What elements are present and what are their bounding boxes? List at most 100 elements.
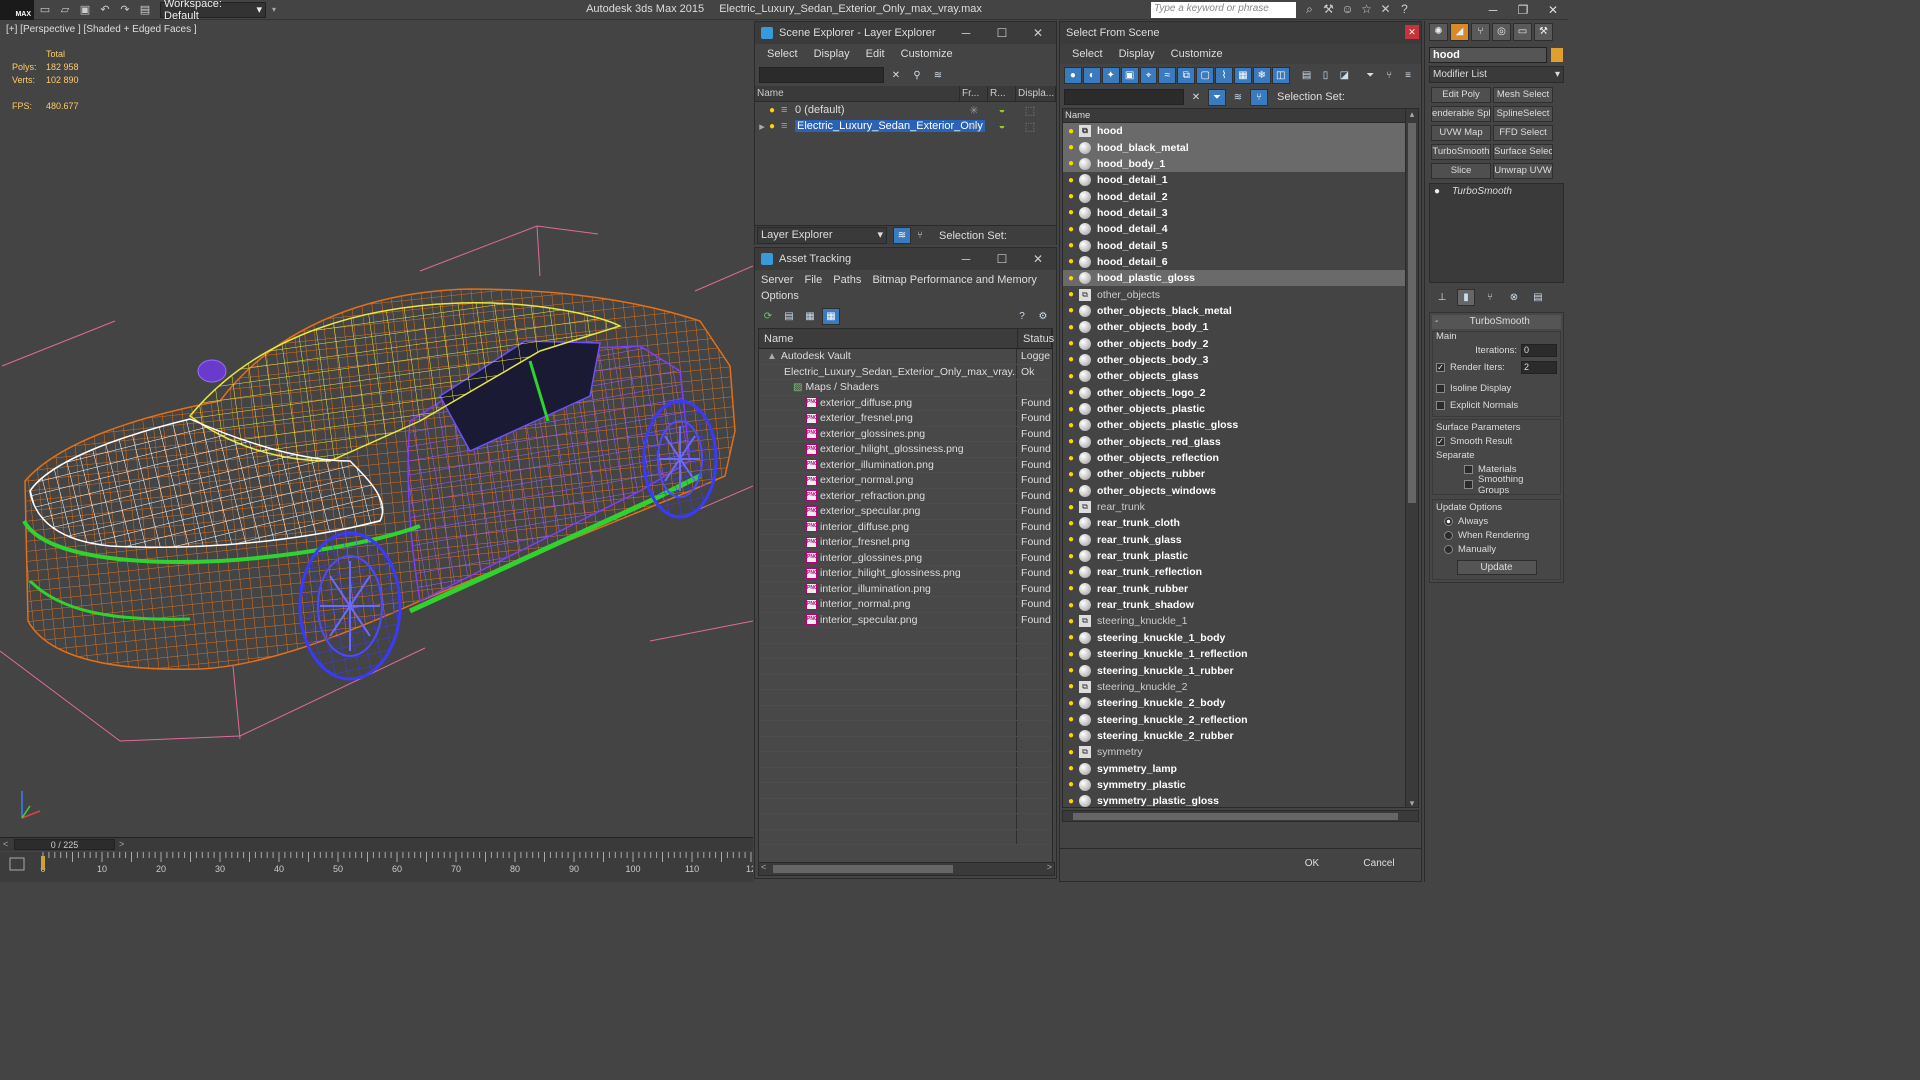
filter-hidden-icon[interactable]: ◫ (1271, 66, 1290, 84)
when-rendering-radio[interactable] (1444, 530, 1453, 540)
create-tab-icon[interactable]: ✺ (1429, 23, 1448, 41)
new-file-icon[interactable]: ▭ (36, 2, 54, 18)
menu-server[interactable]: Server (761, 274, 793, 286)
light-bulb-icon[interactable]: ● (1063, 632, 1079, 643)
light-bulb-icon[interactable]: ● (1063, 698, 1079, 709)
menu-bitmap-performance[interactable]: Bitmap Performance and Memory (872, 274, 1036, 286)
light-bulb-icon[interactable]: ● (1063, 387, 1079, 398)
mesh-select-button[interactable]: Mesh Select (1493, 87, 1553, 103)
object-list-item[interactable]: ● hood_black_metal (1063, 139, 1407, 156)
make-unique-icon[interactable]: ⑂ (1481, 289, 1499, 306)
light-bulb-icon[interactable]: ● (1063, 796, 1079, 807)
scrollbar-thumb[interactable] (773, 865, 953, 873)
object-list-item[interactable]: ● other_objects_logo_2 (1063, 384, 1407, 401)
unwrap-uvw-button[interactable]: Unwrap UVW (1493, 163, 1553, 179)
asset-row[interactable]: PNG exterior_specular.png Found (759, 504, 1052, 520)
filter-shapes-icon[interactable]: ◐ (1082, 66, 1101, 84)
explorer-type-dropdown[interactable]: Layer Explorer ▾ (757, 227, 887, 244)
open-file-icon[interactable]: ▱ (56, 2, 74, 18)
object-list-item[interactable]: ● other_objects_rubber (1063, 466, 1407, 483)
object-list-item[interactable]: ● hood_detail_2 (1063, 188, 1407, 205)
menu-select[interactable]: Select (1072, 48, 1103, 60)
favorites-icon[interactable]: ☆ (1357, 2, 1376, 18)
display-tab-icon[interactable]: ▭ (1513, 23, 1532, 41)
render-teapot-icon[interactable]: ◒ (988, 120, 1016, 132)
light-bulb-icon[interactable]: ● (1063, 158, 1079, 169)
filter-containers-icon[interactable]: ▦ (1234, 66, 1252, 84)
table-view-icon[interactable]: ▦ (822, 307, 840, 325)
rollout-header[interactable]: - TurboSmooth (1432, 315, 1561, 329)
redo-icon[interactable]: ↷ (116, 2, 134, 18)
menu-display[interactable]: Display (1119, 48, 1155, 60)
minimize-icon[interactable]: ─ (948, 22, 984, 44)
remove-modifier-icon[interactable]: ⊗ (1505, 289, 1523, 306)
asset-row[interactable]: PNG exterior_fresnel.png Found (759, 411, 1052, 427)
filter-geometry-icon[interactable]: ● (1064, 66, 1082, 84)
object-list-item[interactable]: ● symmetry_lamp (1063, 760, 1407, 777)
object-list-item[interactable]: ● hood_detail_6 (1063, 253, 1407, 271)
light-bulb-icon[interactable]: ● (1063, 224, 1079, 235)
light-bulb-icon[interactable]: ● (1063, 305, 1079, 316)
select-none-icon[interactable]: ▯ (1317, 67, 1335, 84)
time-prev-icon[interactable]: < (3, 839, 8, 849)
object-list-item[interactable]: ● ⧉ hood (1063, 123, 1407, 140)
asset-row[interactable]: PNG interior_hilight_glossiness.png Found (759, 566, 1052, 582)
menu-options[interactable]: Options (761, 290, 799, 302)
horizontal-scrollbar[interactable] (1062, 810, 1419, 822)
object-list-item[interactable]: ● other_objects_body_3 (1063, 351, 1407, 369)
time-slider[interactable]: < 0 / 225 > (0, 837, 753, 851)
time-next-icon[interactable]: > (119, 839, 124, 849)
materials-checkbox[interactable] (1464, 465, 1473, 474)
col-name[interactable]: Name (1063, 109, 1418, 123)
asset-row[interactable]: PNG exterior_diffuse.png Found (759, 395, 1052, 411)
object-list-item[interactable]: ● ⧉ steering_knuckle_1 (1063, 613, 1407, 630)
object-list-item[interactable]: ● other_objects_windows (1063, 482, 1407, 499)
filter-spacewarps-icon[interactable]: ≈ (1158, 66, 1177, 84)
clear-filter-icon[interactable]: ✕ (887, 67, 905, 84)
object-list-item[interactable]: ● rear_trunk_cloth (1063, 515, 1407, 532)
asset-tracking-titlebar[interactable]: Asset Tracking ─ ☐ ✕ (755, 248, 1056, 270)
light-bulb-icon[interactable]: ● (1063, 518, 1079, 529)
sort-icon[interactable]: ≡ (1399, 67, 1417, 84)
object-list-item[interactable]: ● other_objects_red_glass (1063, 433, 1407, 450)
light-bulb-icon[interactable]: ● (1063, 207, 1079, 218)
display-box-icon[interactable]: ⬚ (1016, 120, 1044, 133)
motion-tab-icon[interactable]: ◎ (1492, 23, 1511, 41)
configure-sets-icon[interactable]: ▤ (1529, 289, 1547, 306)
menu-edit[interactable]: Edit (866, 48, 885, 60)
menu-file[interactable]: File (804, 274, 822, 286)
light-bulb-icon[interactable]: ● (1063, 142, 1079, 153)
col-display[interactable]: Displa... (1016, 86, 1056, 101)
menu-paths[interactable]: Paths (833, 274, 861, 286)
light-bulb-icon[interactable]: ● (1063, 420, 1079, 431)
object-list-item[interactable]: ● steering_knuckle_1_reflection (1063, 646, 1407, 663)
light-bulb-icon[interactable]: ● (1063, 126, 1079, 137)
update-button[interactable]: Update (1456, 560, 1537, 575)
filter-helpers-icon[interactable]: ⌖ (1139, 66, 1158, 84)
menu-display[interactable]: Display (814, 48, 850, 60)
close-icon[interactable]: ✕ (1020, 22, 1056, 44)
close-icon[interactable]: ✕ (1405, 25, 1419, 39)
find-filter-icon[interactable]: ⏷ (1208, 88, 1226, 106)
maximize-icon[interactable]: ☐ (984, 22, 1020, 44)
curve-editor-icon[interactable] (9, 857, 25, 871)
maximize-icon[interactable]: ☐ (984, 248, 1020, 270)
slice-button[interactable]: Slice (1431, 163, 1491, 179)
layer-explorer-icon[interactable]: ≋ (893, 227, 911, 244)
pin-stack-icon[interactable]: ⊥ (1433, 289, 1451, 306)
light-bulb-icon[interactable]: ● (1063, 240, 1079, 251)
light-bulb-icon[interactable]: ● (1063, 453, 1079, 464)
layer-tools-icon[interactable]: ≋ (929, 67, 947, 84)
filter-frozen-icon[interactable]: ❄ (1252, 66, 1271, 84)
modify-tab-icon[interactable]: ◢ (1450, 23, 1469, 41)
light-bulb-icon[interactable]: ● (1063, 583, 1079, 594)
object-list-item[interactable]: ● other_objects_reflection (1063, 449, 1407, 467)
filter-groups-icon[interactable]: ⧉ (1177, 66, 1196, 84)
hierarchy-icon[interactable]: ⑂ (911, 227, 929, 244)
light-bulb-icon[interactable]: ● (1063, 730, 1079, 741)
minimize-icon[interactable]: ─ (1478, 0, 1508, 20)
light-bulb-icon[interactable]: ● (1063, 502, 1079, 513)
scene-explorer-titlebar[interactable]: Scene Explorer - Layer Explorer ─ ☐ ✕ (755, 22, 1056, 44)
invert-selection-icon[interactable]: ◪ (1335, 67, 1353, 84)
tools-icon[interactable]: ⚒ (1319, 2, 1338, 18)
